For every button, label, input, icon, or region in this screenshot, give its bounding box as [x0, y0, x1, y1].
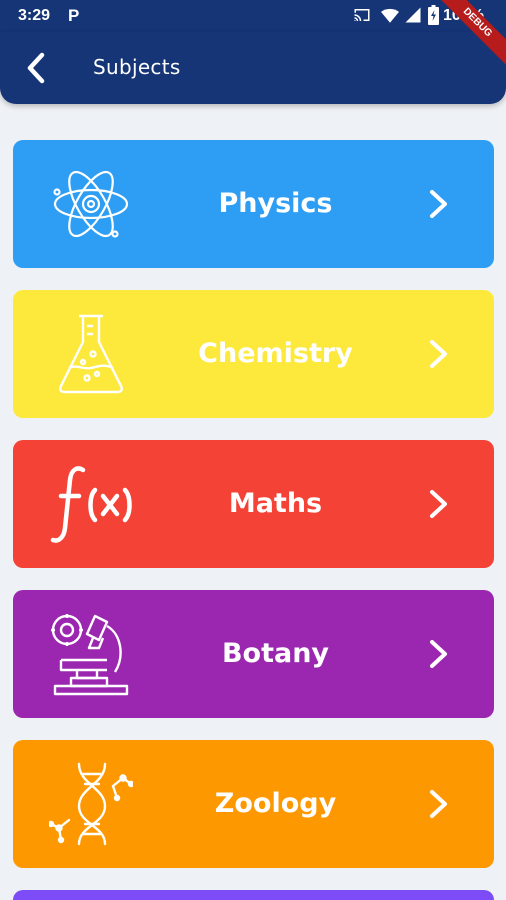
- signal-icon: [405, 7, 421, 23]
- subject-label: Chemistry: [198, 338, 353, 369]
- microscope-icon: [51, 614, 129, 696]
- app-bar: Subjects: [0, 32, 506, 104]
- chevron-right-icon: [430, 790, 447, 818]
- subject-label: Botany: [221, 638, 330, 669]
- status-bar: 3:29 P 100%: [0, 0, 506, 32]
- subject-label: Maths: [228, 488, 323, 519]
- subject-card-zoology[interactable]: Zoology: [13, 740, 494, 868]
- subject-card-maths[interactable]: Maths: [13, 440, 494, 568]
- subject-label: Physics: [218, 188, 333, 219]
- chevron-right-icon: [430, 490, 447, 518]
- subject-list: Physics Chemistry Maths Botany Zoology: [13, 140, 494, 900]
- subject-card-physics[interactable]: Physics: [13, 140, 494, 268]
- function-icon: [50, 466, 132, 543]
- arrow-back-icon[interactable]: [22, 50, 52, 86]
- battery-icon: [428, 5, 439, 25]
- cast-icon: [354, 9, 370, 21]
- subject-label: Zoology: [214, 788, 337, 819]
- page-title: Subjects: [93, 55, 181, 79]
- chevron-right-icon: [430, 340, 447, 368]
- chevron-right-icon: [430, 640, 447, 668]
- wifi-icon: [381, 8, 399, 23]
- flask-icon: [59, 314, 123, 394]
- subject-card-botany[interactable]: Botany: [13, 590, 494, 718]
- dna-icon: [49, 762, 133, 846]
- status-time: 3:29: [18, 7, 51, 24]
- atom-icon: [53, 170, 129, 238]
- chevron-right-icon: [430, 190, 447, 218]
- subject-card-chemistry[interactable]: Chemistry: [13, 290, 494, 418]
- subject-card-partial[interactable]: [13, 890, 494, 900]
- notification-p-icon: P: [68, 6, 80, 25]
